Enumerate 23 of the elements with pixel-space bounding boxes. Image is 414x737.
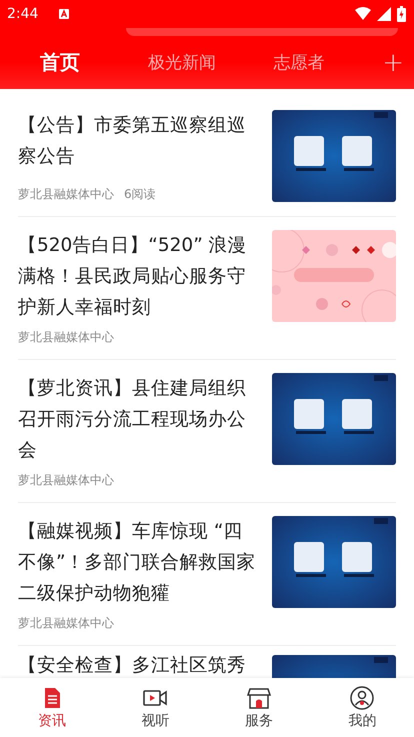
article-title[interactable]: 【萝北资讯】县住建局组织召开雨污分流工程现场办公会 <box>18 373 258 466</box>
signal-icon <box>377 7 391 21</box>
article-title[interactable]: 【融媒视频】车库惊现 “四不像”！多部门联合解救国家二级保护动物狍獾 <box>18 516 258 609</box>
nav-tab[interactable]: 视听 <box>104 678 207 737</box>
tab[interactable]: 首页 <box>0 49 120 76</box>
nav-tab[interactable]: 资讯 <box>0 678 104 737</box>
article-title[interactable]: 【公告】市委第五巡察组巡察公告 <box>18 110 258 172</box>
article-source: 萝北县融媒体中心 <box>18 186 114 202</box>
storefront-icon <box>246 686 271 708</box>
battery-icon <box>397 6 406 22</box>
article-source: 萝北县融媒体中心 <box>18 329 114 345</box>
nav-tab[interactable]: 服务 <box>207 678 310 737</box>
article-title[interactable]: 【520告白日】“520” 浪漫满格！县民政局贴心服务守护新人幸福时刻 <box>18 230 258 323</box>
article-source: 萝北县融媒体中心 <box>18 615 114 631</box>
search-bar[interactable] <box>126 28 398 36</box>
article-source: 萝北县融媒体中心 <box>18 472 114 488</box>
status-time: 2:44 <box>7 6 38 22</box>
notification-icon <box>58 8 70 20</box>
user-icon <box>350 686 374 710</box>
nav-tab[interactable]: 我的 <box>310 678 414 737</box>
read-count: 6阅读 <box>124 186 156 202</box>
article-title[interactable]: 【安全检查】多江社区筑秀 <box>18 655 258 677</box>
wifi-icon <box>355 7 371 21</box>
